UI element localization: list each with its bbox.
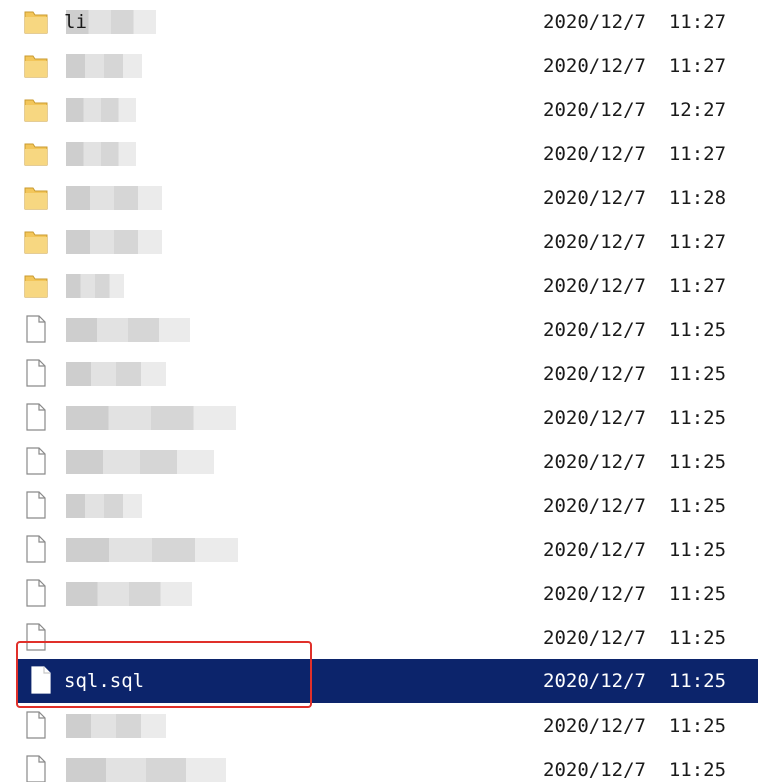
file-date-modified: 2020/12/7 11:27 (543, 55, 727, 77)
file-date-modified: 2020/12/7 11:25 (543, 627, 727, 649)
redacted-name-block (66, 230, 162, 254)
file-date-modified: 2020/12/7 11:25 (543, 583, 727, 605)
file-row[interactable]: 2020/12/7 11:27 (0, 44, 758, 88)
file-date-modified: 2020/12/7 11:25 (543, 319, 727, 341)
redacted-name-block (66, 714, 166, 738)
folder-icon (23, 183, 49, 211)
redacted-name-block (66, 186, 162, 210)
file-icon (23, 491, 49, 519)
redacted-name-block (66, 362, 166, 386)
redacted-name-block (66, 142, 136, 166)
folder-icon (23, 51, 49, 79)
redacted-name-block (66, 98, 136, 122)
file-row[interactable]: 2020/12/7 11:25 (0, 484, 758, 528)
file-date-modified: 2020/12/7 11:27 (543, 275, 727, 297)
file-row-selected[interactable]: sql.sql 2020/12/7 11:25 (18, 659, 758, 703)
file-row[interactable]: 2020/12/7 11:25 (0, 308, 758, 352)
file-icon (23, 579, 49, 607)
file-icon (23, 359, 49, 387)
file-date-modified: 2020/12/7 11:25 (543, 670, 727, 692)
file-name: sql.sql (64, 670, 145, 692)
file-row[interactable]: 2020/12/7 11:25 (0, 748, 758, 782)
file-icon (23, 711, 49, 739)
file-row[interactable]: 2020/12/7 11:28 (0, 176, 758, 220)
file-date-modified: 2020/12/7 11:27 (543, 11, 727, 33)
redacted-name-block (66, 494, 142, 518)
file-row[interactable]: 2020/12/7 11:25 (0, 440, 758, 484)
file-row[interactable]: 2020/12/7 11:27 (0, 132, 758, 176)
file-icon (23, 447, 49, 475)
file-row[interactable]: 2020/12/7 12:27 (0, 88, 758, 132)
file-row[interactable]: li 2020/12/7 11:27 (0, 0, 758, 44)
folder-icon (23, 7, 49, 35)
file-date-modified: 2020/12/7 11:25 (543, 363, 727, 385)
file-date-modified: 2020/12/7 11:25 (543, 759, 727, 781)
folder-icon (23, 139, 49, 167)
file-row[interactable]: 2020/12/7 11:27 (0, 220, 758, 264)
folder-icon (23, 227, 49, 255)
file-list: li 2020/12/7 11:27 2020/12/7 11:27 2020/12/… (0, 0, 758, 782)
file-row[interactable]: 2020/12/7 11:27 (0, 264, 758, 308)
folder-icon (23, 95, 49, 123)
redacted-name-block (66, 274, 124, 298)
file-icon (23, 403, 49, 431)
file-row[interactable]: 2020/12/7 11:25 (0, 396, 758, 440)
file-icon (23, 623, 49, 651)
redacted-name-block (66, 450, 214, 474)
file-date-modified: 2020/12/7 11:25 (543, 495, 727, 517)
file-date-modified: 2020/12/7 11:25 (543, 407, 727, 429)
file-icon (23, 535, 49, 563)
redacted-name-block (66, 406, 236, 430)
file-row[interactable]: 2020/12/7 11:25 (0, 572, 758, 616)
file-date-modified: 2020/12/7 11:25 (543, 451, 727, 473)
file-icon (23, 755, 49, 782)
file-date-modified: 2020/12/7 11:27 (543, 143, 727, 165)
redacted-name-block (66, 538, 238, 562)
file-date-modified: 2020/12/7 11:27 (543, 231, 727, 253)
file-date-modified: 2020/12/7 11:25 (543, 539, 727, 561)
file-date-modified: 2020/12/7 12:27 (543, 99, 727, 121)
file-row[interactable]: 2020/12/7 11:25 (0, 352, 758, 396)
file-row[interactable]: 2020/12/7 11:25 (0, 616, 758, 660)
file-row[interactable]: 2020/12/7 11:25 (0, 528, 758, 572)
redacted-name-block (66, 582, 192, 606)
file-row[interactable]: 2020/12/7 11:25 (0, 704, 758, 748)
file-name: li (64, 11, 87, 33)
file-icon (23, 315, 49, 343)
file-date-modified: 2020/12/7 11:28 (543, 187, 727, 209)
redacted-name-block (66, 54, 142, 78)
folder-icon (23, 271, 49, 299)
file-icon (28, 666, 54, 694)
redacted-name-block (66, 758, 226, 782)
redacted-name-block (66, 318, 190, 342)
file-date-modified: 2020/12/7 11:25 (543, 715, 727, 737)
